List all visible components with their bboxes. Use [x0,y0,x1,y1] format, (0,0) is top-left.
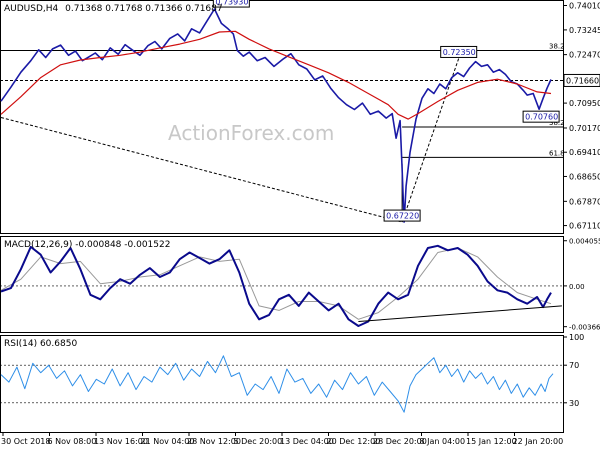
price-annotation-label: 0.67220 [386,212,419,221]
rsi-y-tick-label: 30 [569,399,579,408]
x-tick-label: 8 Jan 04:00 [420,437,466,446]
macd-trendline [358,305,562,322]
ohlc-values: 0.71368 0.71768 0.71366 0.71687 [65,4,222,14]
chart-canvas: ActionForex.com 38.238.261.80.739300.723… [0,0,600,446]
rise-projection-line [401,58,460,223]
rsi-line [0,355,554,413]
rsi-y-tick-label: 70 [569,361,579,370]
x-tick-label: 15 Jan 12:00 [466,437,517,446]
x-tick-label: 22 Jan 20:00 [513,437,564,446]
x-tick-label: 5 Dec 20:00 [234,437,283,446]
x-tick-label: 30 Oct 2018 [1,437,50,446]
macd-y-tick-label: -0.003662 [569,324,600,332]
fib-level-label: 38.2 [549,42,565,50]
rsi-header: RSI(14) 60.6850 [4,339,77,349]
symbol-timeframe: AUDUSD,H4 [4,4,59,14]
macd-panel-frame [0,236,564,333]
price-tag-label: 0.71660 [566,76,599,85]
fib-level-label: 61.8 [549,149,565,157]
rsi-y-tick-label: 100 [569,333,584,342]
price-panel-frame [0,0,564,234]
price-y-tick-label: 0.73245 [569,26,600,35]
macd-y-tick-label: 0.004055 [569,238,600,246]
price-header: AUDUSD,H4 0.71368 0.71768 0.71366 0.7168… [4,4,223,14]
ema-series-line [0,30,552,120]
price-y-tick-label: 0.67870 [569,197,600,206]
x-tick-label: 6 Nov 08:00 [48,437,97,446]
forex-chart: ActionForex.com 38.2 38.2 61.8 0.73930 0.723… [0,0,600,450]
grid-layer [0,49,563,404]
macd-header: MACD(12,26,9) -0.000848 -0.001522 [4,240,170,250]
price-y-tick-label: 0.68650 [569,172,600,181]
lines-layer [0,8,562,413]
price-y-tick-label: 0.72470 [569,51,600,60]
price-y-tick-label: 0.69410 [569,148,600,157]
labels-layer: 38.238.261.80.739300.723500.707600.67220 [212,0,565,222]
price-annotation-label: 0.72350 [443,48,476,57]
price-y-tick-label: 0.70950 [569,99,600,108]
price-y-tick-label: 0.67110 [569,222,600,231]
price-series-line [0,8,552,223]
price-y-tick-label: 0.74010 [569,2,600,11]
macd-y-tick-label: 0.00 [569,283,585,291]
watermark: ActionForex.com [168,121,334,145]
macd-signal-line [0,247,552,320]
price-annotation-label: 0.70760 [525,113,558,122]
price-y-tick-label: 0.70170 [569,124,600,133]
